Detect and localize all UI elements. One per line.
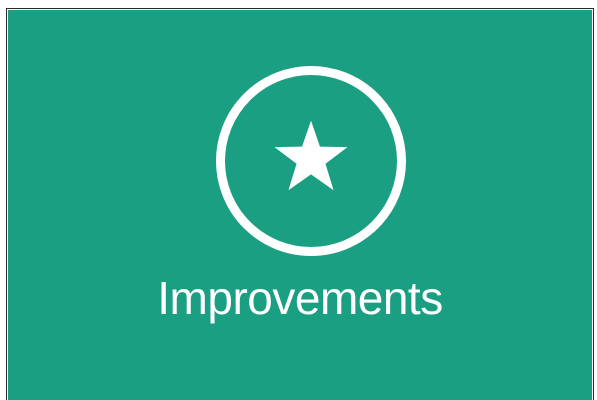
tile-label: Improvements [157, 272, 443, 324]
circle-icon [216, 66, 406, 256]
tile-frame: Improvements [6, 8, 594, 400]
improvements-tile[interactable]: Improvements [8, 10, 592, 400]
star-icon [274, 120, 348, 191]
